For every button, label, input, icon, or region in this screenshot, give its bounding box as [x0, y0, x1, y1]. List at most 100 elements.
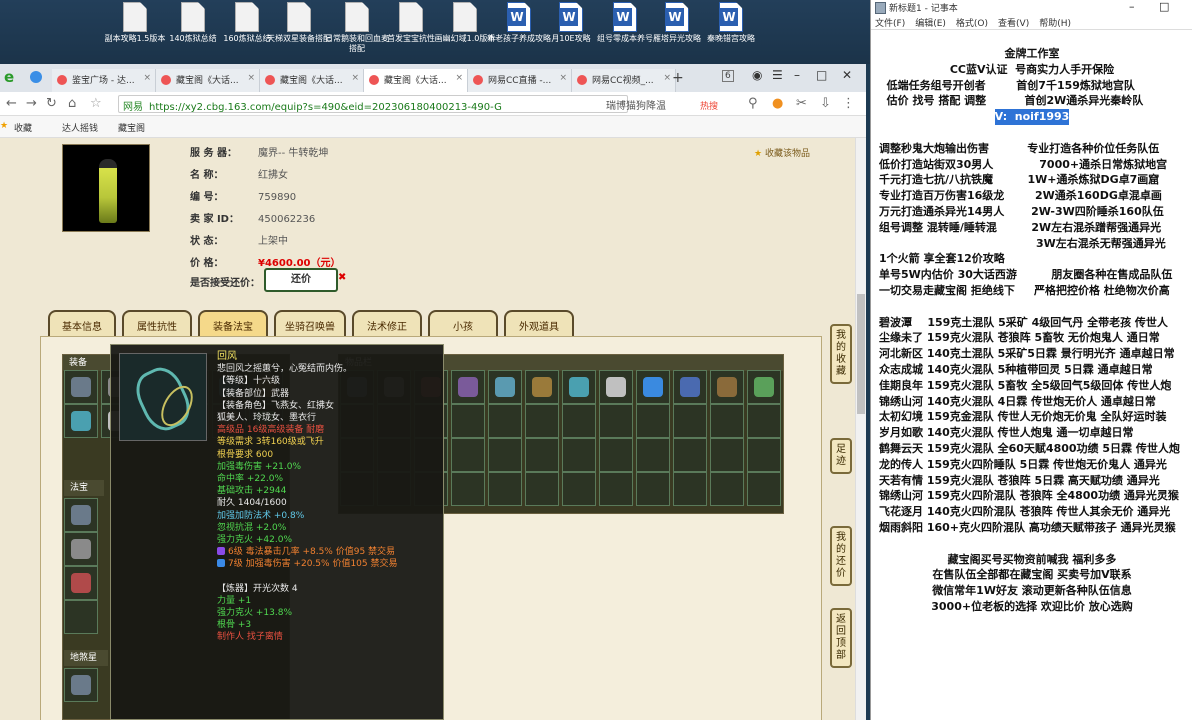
bookmark-favorites[interactable]: 收藏 — [14, 121, 32, 134]
refresh-icon[interactable]: ↻ — [46, 96, 57, 111]
tab-close-icon[interactable]: × — [559, 73, 567, 83]
item-slot[interactable] — [562, 370, 596, 404]
item-slot[interactable] — [747, 404, 781, 438]
url-input[interactable]: 网易 https://xy2.cbg.163.com/equip?s=490&ei… — [118, 95, 628, 113]
item-slot[interactable] — [562, 472, 596, 506]
download-icon[interactable]: ⇩ — [820, 96, 831, 111]
bookmark-dazhong[interactable]: 达人摇钱 — [62, 121, 98, 134]
item-slot[interactable] — [747, 438, 781, 472]
notepad-menu-item[interactable]: 查看(V) — [998, 19, 1029, 29]
nav-tab[interactable]: 基本信息 — [48, 310, 116, 336]
tab-close-icon[interactable]: × — [247, 73, 255, 83]
item-slot[interactable] — [525, 404, 559, 438]
item-slot[interactable] — [636, 404, 670, 438]
browser-tab[interactable]: 藏宝阁《大话... × — [364, 69, 468, 92]
item-slot[interactable] — [451, 438, 485, 472]
scrollbar-thumb[interactable] — [857, 294, 865, 414]
item-slot[interactable] — [747, 472, 781, 506]
favorite-item-link[interactable]: ★ 收藏该物品 — [754, 146, 810, 159]
item-slot[interactable] — [599, 438, 633, 472]
item-slot[interactable] — [488, 472, 522, 506]
tab-close-icon[interactable]: × — [143, 73, 151, 83]
item-slot[interactable] — [525, 370, 559, 404]
tab-close-icon[interactable]: × — [663, 73, 671, 83]
notepad-menu-item[interactable]: 帮助(H) — [1039, 19, 1071, 29]
item-slot[interactable] — [525, 438, 559, 472]
skin-icon[interactable]: ◉ — [752, 68, 762, 82]
browser-tab[interactable]: 藏宝阁《大话... × — [156, 69, 260, 92]
maximize-button[interactable]: □ — [816, 68, 827, 82]
item-slot[interactable] — [488, 438, 522, 472]
notepad-minimize-button[interactable]: – — [1129, 0, 1135, 13]
item-slot[interactable] — [710, 370, 744, 404]
scissors-icon[interactable]: ✂ — [796, 96, 807, 111]
item-slot[interactable] — [673, 370, 707, 404]
tab-count-badge[interactable]: 6 — [722, 70, 734, 82]
minimize-button[interactable]: – — [794, 68, 800, 82]
item-slot[interactable] — [64, 600, 98, 634]
item-slot[interactable] — [451, 404, 485, 438]
tab-close-icon[interactable]: × — [455, 73, 463, 83]
notepad-menu-item[interactable]: 格式(O) — [956, 19, 988, 29]
side-button[interactable]: 我的还价 — [830, 526, 852, 586]
desktop-icon[interactable]: 秦晚错宫攻略 — [698, 2, 764, 44]
side-button[interactable]: 我的收藏 — [830, 324, 852, 384]
counter-offer-button[interactable]: 还价 — [264, 268, 338, 292]
desktop-icon[interactable]: 天梯双星装备搭配 — [266, 2, 332, 44]
more-icon[interactable]: ⋮ — [842, 96, 855, 111]
notepad-maximize-button[interactable]: □ — [1159, 0, 1169, 13]
item-slot[interactable] — [562, 438, 596, 472]
item-slot[interactable] — [636, 438, 670, 472]
back-icon[interactable]: ← — [6, 96, 17, 111]
menu-icon[interactable]: ☰ — [772, 68, 783, 82]
nav-tab[interactable]: 装备法宝 — [198, 310, 268, 336]
item-slot[interactable] — [636, 370, 670, 404]
item-slot[interactable] — [636, 472, 670, 506]
item-slot[interactable] — [710, 472, 744, 506]
notepad-menu-item[interactable]: 编辑(E) — [915, 19, 946, 29]
item-slot[interactable] — [710, 404, 744, 438]
new-tab-button[interactable]: + — [672, 70, 684, 86]
notepad-text-area[interactable]: 金牌工作室 CC蓝V认证 号商实力人手开保险 低端任务组号开创者 首创7千159炼… — [871, 40, 1192, 720]
nav-tab[interactable]: 外观道具 — [504, 310, 574, 336]
home-icon[interactable]: ⌂ — [68, 96, 76, 111]
item-slot[interactable] — [64, 370, 98, 404]
hot-search-badge[interactable]: 热搜 — [700, 99, 718, 112]
item-slot[interactable] — [673, 438, 707, 472]
item-slot[interactable] — [673, 404, 707, 438]
item-slot[interactable] — [488, 404, 522, 438]
item-slot[interactable] — [710, 438, 744, 472]
item-slot[interactable] — [64, 404, 98, 438]
bookmark-cbg[interactable]: 藏宝阁 — [118, 121, 145, 134]
item-slot[interactable] — [525, 472, 559, 506]
browser-tab[interactable]: 鉴宝广场 - 达... × — [52, 69, 156, 92]
item-slot[interactable] — [599, 370, 633, 404]
search-icon[interactable]: ⚲ — [748, 96, 758, 111]
item-slot[interactable] — [562, 404, 596, 438]
side-button[interactable]: 返回顶部 — [830, 608, 852, 668]
item-slot[interactable] — [599, 404, 633, 438]
item-slot[interactable] — [64, 532, 98, 566]
nav-tab[interactable]: 坐骑召唤兽 — [274, 310, 346, 336]
item-slot[interactable] — [488, 370, 522, 404]
browser-tab[interactable]: 藏宝阁《大话... × — [260, 69, 364, 92]
extension-icon[interactable]: ● — [772, 96, 783, 111]
item-slot[interactable] — [451, 370, 485, 404]
nav-tab[interactable]: 小孩 — [428, 310, 498, 336]
desktop-icon[interactable]: 副本攻略1.5版本 — [102, 2, 168, 44]
page-scrollbar[interactable] — [855, 138, 866, 720]
side-button[interactable]: 足迹 — [830, 438, 852, 474]
item-slot[interactable] — [599, 472, 633, 506]
notepad-menu-item[interactable]: 文件(F) — [875, 19, 905, 29]
item-slot[interactable] — [451, 472, 485, 506]
item-slot[interactable] — [64, 566, 98, 600]
favorites-star-icon[interactable]: ☆ — [90, 96, 102, 111]
tab-close-icon[interactable]: × — [351, 73, 359, 83]
browser-tab[interactable]: 网易CC视频_... × — [572, 69, 676, 92]
item-slot[interactable] — [747, 370, 781, 404]
nav-tab[interactable]: 属性抗性 — [122, 310, 192, 336]
shield-icon[interactable] — [30, 71, 42, 83]
close-button[interactable]: ✕ — [842, 68, 852, 82]
browser-tab[interactable]: 网易CC直播 -... × — [468, 69, 572, 92]
item-slot[interactable] — [64, 498, 98, 532]
